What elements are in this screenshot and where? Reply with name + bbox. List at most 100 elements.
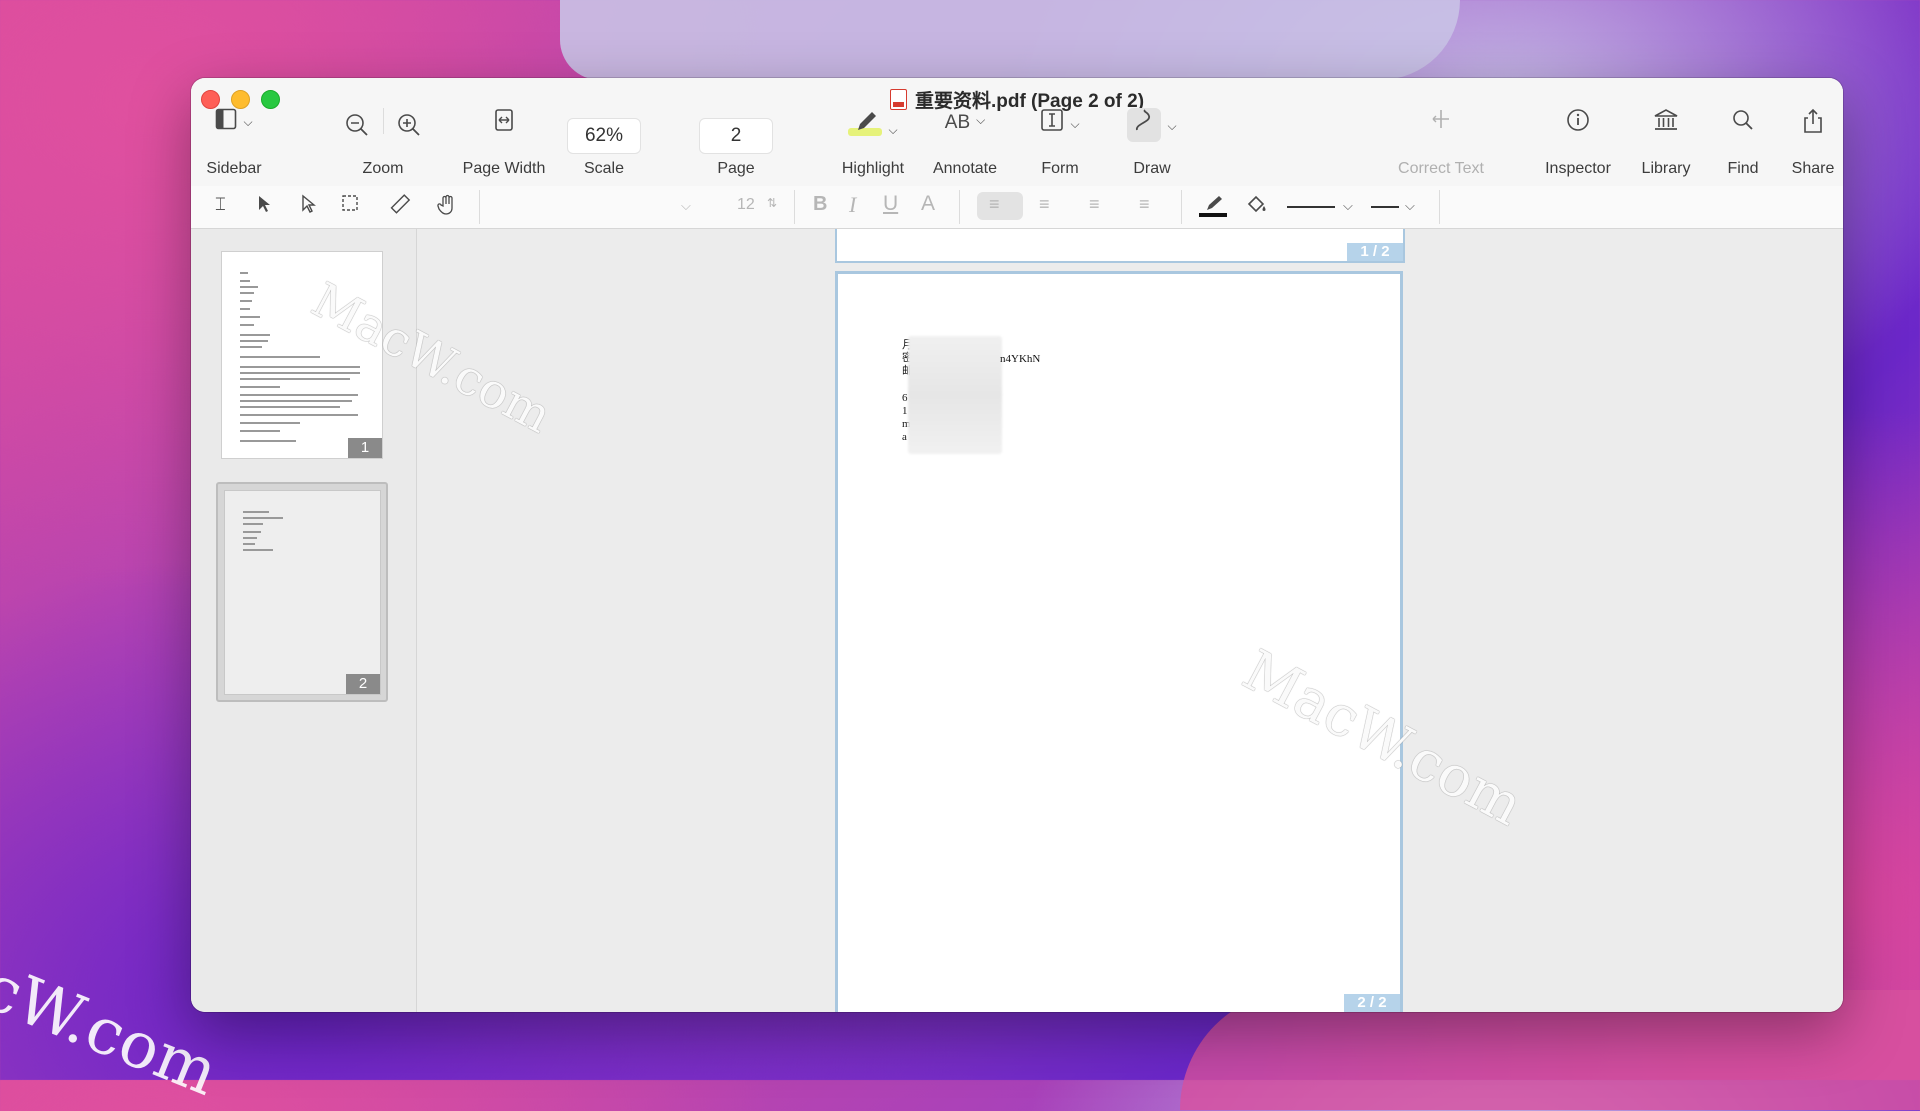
chevron-down-icon[interactable]: ⌵: [1405, 198, 1415, 214]
chevron-down-icon[interactable]: ⌵: [1167, 119, 1176, 134]
divider: [959, 190, 960, 224]
highlight-label: Highlight: [841, 160, 905, 177]
align-center-icon[interactable]: ≡: [1039, 194, 1050, 215]
zoom-in-icon[interactable]: [396, 112, 422, 146]
thumb-text-line: [240, 440, 296, 442]
hand-tool-icon[interactable]: [437, 194, 457, 221]
thumb-text-line: [240, 272, 248, 274]
fill-color-icon[interactable]: [1245, 194, 1269, 221]
correct-text-label: Correct Text: [1398, 160, 1484, 177]
align-right-icon[interactable]: ≡: [1089, 194, 1100, 215]
highlighter-icon: [848, 108, 883, 146]
object-select-tool-icon[interactable]: [301, 194, 319, 219]
share-label: Share: [1791, 160, 1835, 177]
arrow-select-tool-icon[interactable]: [257, 194, 273, 219]
text-select-tool-icon[interactable]: ⌶: [215, 194, 226, 215]
text-color-button[interactable]: A: [921, 192, 935, 216]
sidebar-icon: [215, 108, 237, 138]
thumb-text-line: [240, 280, 250, 282]
zoom-out-icon[interactable]: [344, 112, 370, 146]
page-width-label: Page Width: [462, 160, 546, 177]
divider: [1181, 190, 1182, 224]
italic-button[interactable]: I: [849, 192, 856, 218]
ruler-tool-icon[interactable]: [389, 194, 411, 221]
divider: [794, 190, 795, 224]
find-button[interactable]: Find: [1721, 108, 1765, 177]
line-style-preview[interactable]: [1371, 206, 1399, 208]
scale-field[interactable]: 62%: [567, 118, 641, 154]
document-view[interactable]: 1 / 2 月 密 邮 6 1 m a n4YKhN 2 / 2: [417, 229, 1843, 1012]
thumb-text-line: [240, 346, 262, 348]
pdf-page-1[interactable]: 1 / 2: [835, 229, 1405, 263]
pdf-expert-window: 重要资料.pdf (Page 2 of 2) ⌵ Sidebar Zoom Pa…: [191, 78, 1843, 1012]
thumb-text-line: [240, 394, 358, 396]
scale-label: Scale: [583, 160, 625, 177]
correct-text-button[interactable]: Correct Text: [1398, 108, 1484, 177]
annotate-button[interactable]: AB ⌵ Annotate: [932, 108, 998, 177]
stroke-color-icon[interactable]: [1197, 194, 1229, 223]
font-size-stepper-icon[interactable]: ⇅: [767, 196, 777, 210]
thumb-text-line: [243, 537, 257, 539]
line-weight-preview[interactable]: [1287, 206, 1335, 208]
scale-control: 62% Scale: [567, 118, 641, 177]
pdf-file-icon: [889, 89, 907, 110]
draw-button[interactable]: ⌵ Draw: [1116, 108, 1188, 177]
font-size-field[interactable]: 12: [737, 196, 755, 214]
thumb-text-line: [240, 430, 280, 432]
inspector-button[interactable]: Inspector: [1545, 108, 1611, 177]
align-left-selected-bg: [977, 192, 1023, 220]
library-icon: [1653, 108, 1679, 140]
align-left-icon[interactable]: ≡: [989, 194, 1000, 215]
thumb-text-line: [240, 378, 350, 380]
wallpaper-shape: [560, 0, 1460, 80]
info-icon: [1566, 108, 1590, 140]
page-width-button[interactable]: Page Width: [459, 108, 549, 177]
thumb-text-line: [240, 406, 340, 408]
thumb-text-line: [240, 308, 250, 310]
annotate-icon: AB: [944, 112, 971, 133]
area-select-tool-icon[interactable]: [341, 194, 361, 219]
chevron-down-icon[interactable]: ⌵: [1070, 117, 1079, 132]
search-icon: [1731, 108, 1755, 140]
font-family-chevron-icon[interactable]: ⌵: [681, 198, 691, 214]
underline-button[interactable]: U: [883, 192, 898, 216]
thumb-text-line: [243, 549, 273, 551]
chevron-down-icon[interactable]: ⌵: [888, 123, 897, 138]
page-thumbnail-2-selected[interactable]: 2: [216, 482, 388, 702]
thumb-text-line: [240, 286, 258, 288]
inspector-label: Inspector: [1545, 160, 1611, 177]
correct-text-icon: [1429, 108, 1453, 138]
divider: [479, 190, 480, 224]
form-button[interactable]: ⌵ Form: [1033, 108, 1087, 177]
divider: [382, 108, 384, 134]
thumb-text-line: [240, 300, 252, 302]
thumb-text-line: [240, 422, 300, 424]
highlight-button[interactable]: ⌵ Highlight: [835, 108, 911, 177]
zoom-label: Zoom: [362, 160, 404, 177]
justify-icon[interactable]: ≡: [1139, 194, 1150, 215]
page-thumbnail-2[interactable]: 2: [224, 490, 381, 695]
pdf-page-2[interactable]: 月 密 邮 6 1 m a n4YKhN 2 / 2: [835, 271, 1403, 1012]
sidebar-button[interactable]: ⌵ Sidebar: [206, 108, 262, 177]
page-control: 2 Page: [699, 118, 773, 177]
thumb-text-line: [240, 292, 254, 294]
library-button[interactable]: Library: [1638, 108, 1694, 177]
divider: [1439, 190, 1440, 224]
thumb-text-line: [240, 324, 254, 326]
library-label: Library: [1641, 160, 1691, 177]
chevron-down-icon[interactable]: ⌵: [1343, 198, 1353, 214]
page-thumbnail-1[interactable]: 1: [221, 251, 383, 459]
thumb-text-line: [243, 531, 261, 533]
page-number-field[interactable]: 2: [699, 118, 773, 154]
thumbnail-page-number: 2: [346, 674, 380, 694]
draw-icon: [1127, 108, 1162, 142]
share-button[interactable]: Share: [1789, 108, 1837, 177]
thumb-text-line: [240, 334, 270, 336]
thumb-text-line: [243, 543, 255, 545]
share-icon: [1802, 108, 1824, 142]
bold-button[interactable]: B: [813, 193, 827, 216]
thumbnail-page-number: 1: [348, 438, 382, 458]
thumb-text-line: [240, 316, 260, 318]
thumb-text-line: [243, 511, 269, 513]
chevron-down-icon[interactable]: ⌵: [976, 113, 985, 128]
